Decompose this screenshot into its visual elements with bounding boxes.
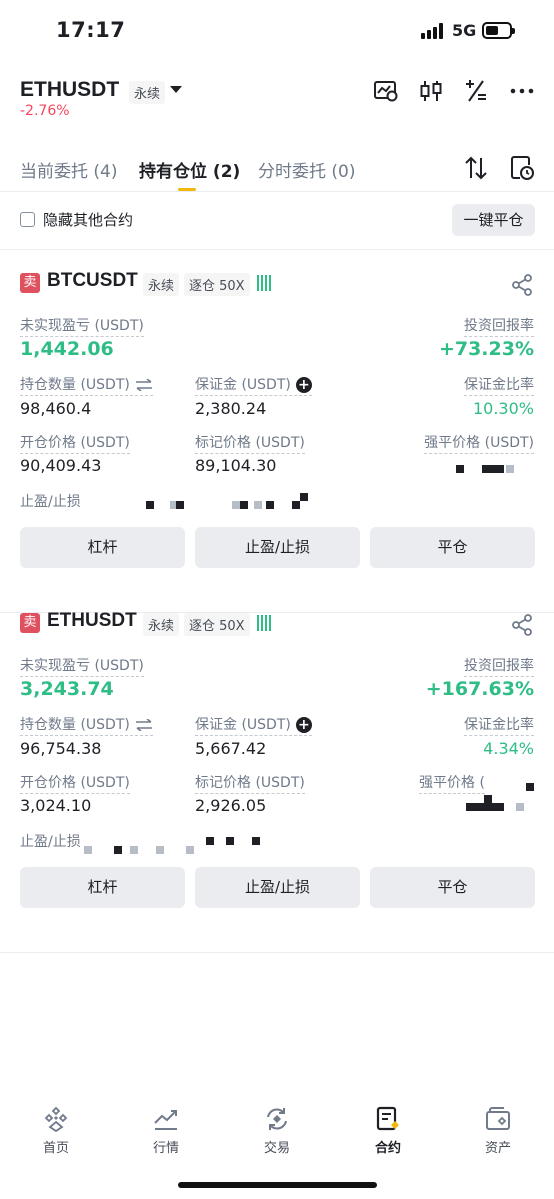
size-label[interactable]: 持仓数量 (USDT) <box>20 714 153 736</box>
side-badge: 卖 <box>20 613 40 633</box>
sort-icon[interactable] <box>463 155 489 181</box>
nav-markets[interactable]: 行情 <box>111 1095 221 1156</box>
close-position-button[interactable]: 平仓 <box>370 527 535 568</box>
unrealized-pnl-value: 1,442.06 <box>20 338 114 360</box>
margin-value: 5,667.42 <box>195 739 267 758</box>
status-bar: 17:17 5G <box>0 0 554 64</box>
margin-mode-tag[interactable]: 逐仓 50X <box>184 273 250 296</box>
unrealized-pnl-value: 3,243.74 <box>20 678 114 700</box>
position-symbol[interactable]: ETHUSDT <box>47 610 137 632</box>
position-card: 卖 ETHUSDT 永续 逐仓 50X 未实现盈亏 (USDT) 3,243.7… <box>0 610 554 953</box>
adl-indicator <box>257 275 273 291</box>
size-value: 98,460.4 <box>20 399 92 418</box>
price-change: -2.76% <box>20 103 70 119</box>
leverage-button[interactable]: 杠杆 <box>20 527 185 568</box>
swap-icon[interactable] <box>135 719 153 731</box>
status-time: 17:17 <box>56 18 126 42</box>
tpsl-label: 止盈/止损 <box>20 494 81 510</box>
chevron-down-icon[interactable] <box>170 86 182 93</box>
candlestick-icon[interactable] <box>418 78 444 104</box>
leverage-button[interactable]: 杠杆 <box>20 867 185 908</box>
tab-time-orders[interactable]: 分时委托 (0) <box>258 157 355 182</box>
tpsl-label: 止盈/止损 <box>20 834 81 850</box>
margin-ratio-label[interactable]: 保证金比率 <box>464 714 534 736</box>
position-symbol[interactable]: BTCUSDT <box>47 270 138 292</box>
hide-others-checkbox[interactable] <box>20 212 35 227</box>
share-icon[interactable] <box>510 613 534 637</box>
unrealized-pnl-label[interactable]: 未实现盈亏 (USDT) <box>20 655 144 677</box>
margin-label[interactable]: 保证金 (USDT) + <box>195 374 312 396</box>
margin-ratio-label[interactable]: 保证金比率 <box>464 374 534 396</box>
margin-ratio-value: 4.34% <box>483 739 534 758</box>
size-label[interactable]: 持仓数量 (USDT) <box>20 374 153 396</box>
liq-price-masked <box>466 783 536 813</box>
margin-mode-tag[interactable]: 逐仓 50X <box>184 613 250 636</box>
swap-icon[interactable] <box>135 379 153 391</box>
nav-assets[interactable]: 资产 <box>443 1095 553 1156</box>
filter-row: 隐藏其他合约 一键平仓 <box>0 204 554 250</box>
close-all-button[interactable]: 一键平仓 <box>452 204 535 236</box>
contract-type-tag: 永续 <box>143 613 180 636</box>
markets-icon <box>154 1110 177 1130</box>
symbol-header: ETHUSDT 永续 -2.76% <box>0 72 554 132</box>
tpsl-button[interactable]: 止盈/止损 <box>195 867 360 908</box>
adl-indicator <box>257 615 273 631</box>
nav-futures[interactable]: 合约 <box>333 1095 443 1156</box>
hide-others-label[interactable]: 隐藏其他合约 <box>43 209 133 230</box>
mark-price-label[interactable]: 标记价格 (USDT) <box>195 772 305 794</box>
trade-icon <box>267 1108 287 1130</box>
entry-price-value: 90,409.43 <box>20 456 102 475</box>
tpsl-masked <box>84 837 264 856</box>
futures-icon <box>376 1106 399 1131</box>
more-icon[interactable] <box>509 78 535 104</box>
add-margin-icon[interactable]: + <box>295 377 312 393</box>
size-value: 96,754.38 <box>20 739 102 758</box>
entry-price-value: 3,024.10 <box>20 796 92 815</box>
margin-value: 2,380.24 <box>195 399 267 418</box>
signal-icon <box>421 23 445 39</box>
liq-price-label[interactable]: 强平价格 ( <box>419 772 485 794</box>
side-badge: 卖 <box>20 273 40 293</box>
tpsl-button[interactable]: 止盈/止损 <box>195 527 360 568</box>
nav-home[interactable]: 首页 <box>1 1095 111 1156</box>
mark-price-label[interactable]: 标记价格 (USDT) <box>195 432 305 454</box>
margin-label[interactable]: 保证金 (USDT) + <box>195 714 312 736</box>
contract-type-tag: 永续 <box>129 81 166 104</box>
roe-value: +73.23% <box>438 338 534 360</box>
entry-price-label[interactable]: 开仓价格 (USDT) <box>20 772 130 794</box>
home-indicator[interactable] <box>178 1182 377 1188</box>
home-icon <box>44 1106 68 1133</box>
history-icon[interactable] <box>509 155 535 181</box>
liq-price-masked <box>456 465 516 475</box>
tab-positions[interactable]: 持有仓位 (2) <box>139 157 240 182</box>
network-type: 5G <box>452 21 477 40</box>
mark-price-value: 89,104.30 <box>195 456 277 475</box>
roe-label[interactable]: 投资回报率 <box>464 315 534 337</box>
order-tabs: 当前委托 (4) 持有仓位 (2) 分时委托 (0) <box>0 150 554 192</box>
battery-icon <box>482 22 515 39</box>
share-icon[interactable] <box>510 273 534 297</box>
unrealized-pnl-label[interactable]: 未实现盈亏 (USDT) <box>20 315 144 337</box>
entry-price-label[interactable]: 开仓价格 (USDT) <box>20 432 130 454</box>
roe-label[interactable]: 投资回报率 <box>464 655 534 677</box>
active-tab-indicator <box>178 188 196 191</box>
tab-open-orders[interactable]: 当前委托 (4) <box>20 157 117 182</box>
contract-type-tag: 永续 <box>143 273 180 296</box>
position-card: 卖 BTCUSDT 永续 逐仓 50X 未实现盈亏 (USDT) 1,442.0… <box>0 270 554 613</box>
liq-price-label[interactable]: 强平价格 (USDT) <box>424 432 534 454</box>
mark-price-value: 2,926.05 <box>195 796 267 815</box>
chart-settings-icon[interactable] <box>373 78 399 104</box>
nav-trade[interactable]: 交易 <box>222 1095 332 1156</box>
wallet-icon <box>486 1107 510 1130</box>
margin-ratio-value: 10.30% <box>472 399 534 418</box>
tpsl-masked <box>146 493 316 511</box>
calculator-icon[interactable] <box>463 78 489 104</box>
close-position-button[interactable]: 平仓 <box>370 867 535 908</box>
symbol-selector[interactable]: ETHUSDT <box>20 78 119 102</box>
add-margin-icon[interactable]: + <box>295 717 312 733</box>
roe-value: +167.63% <box>425 678 534 700</box>
